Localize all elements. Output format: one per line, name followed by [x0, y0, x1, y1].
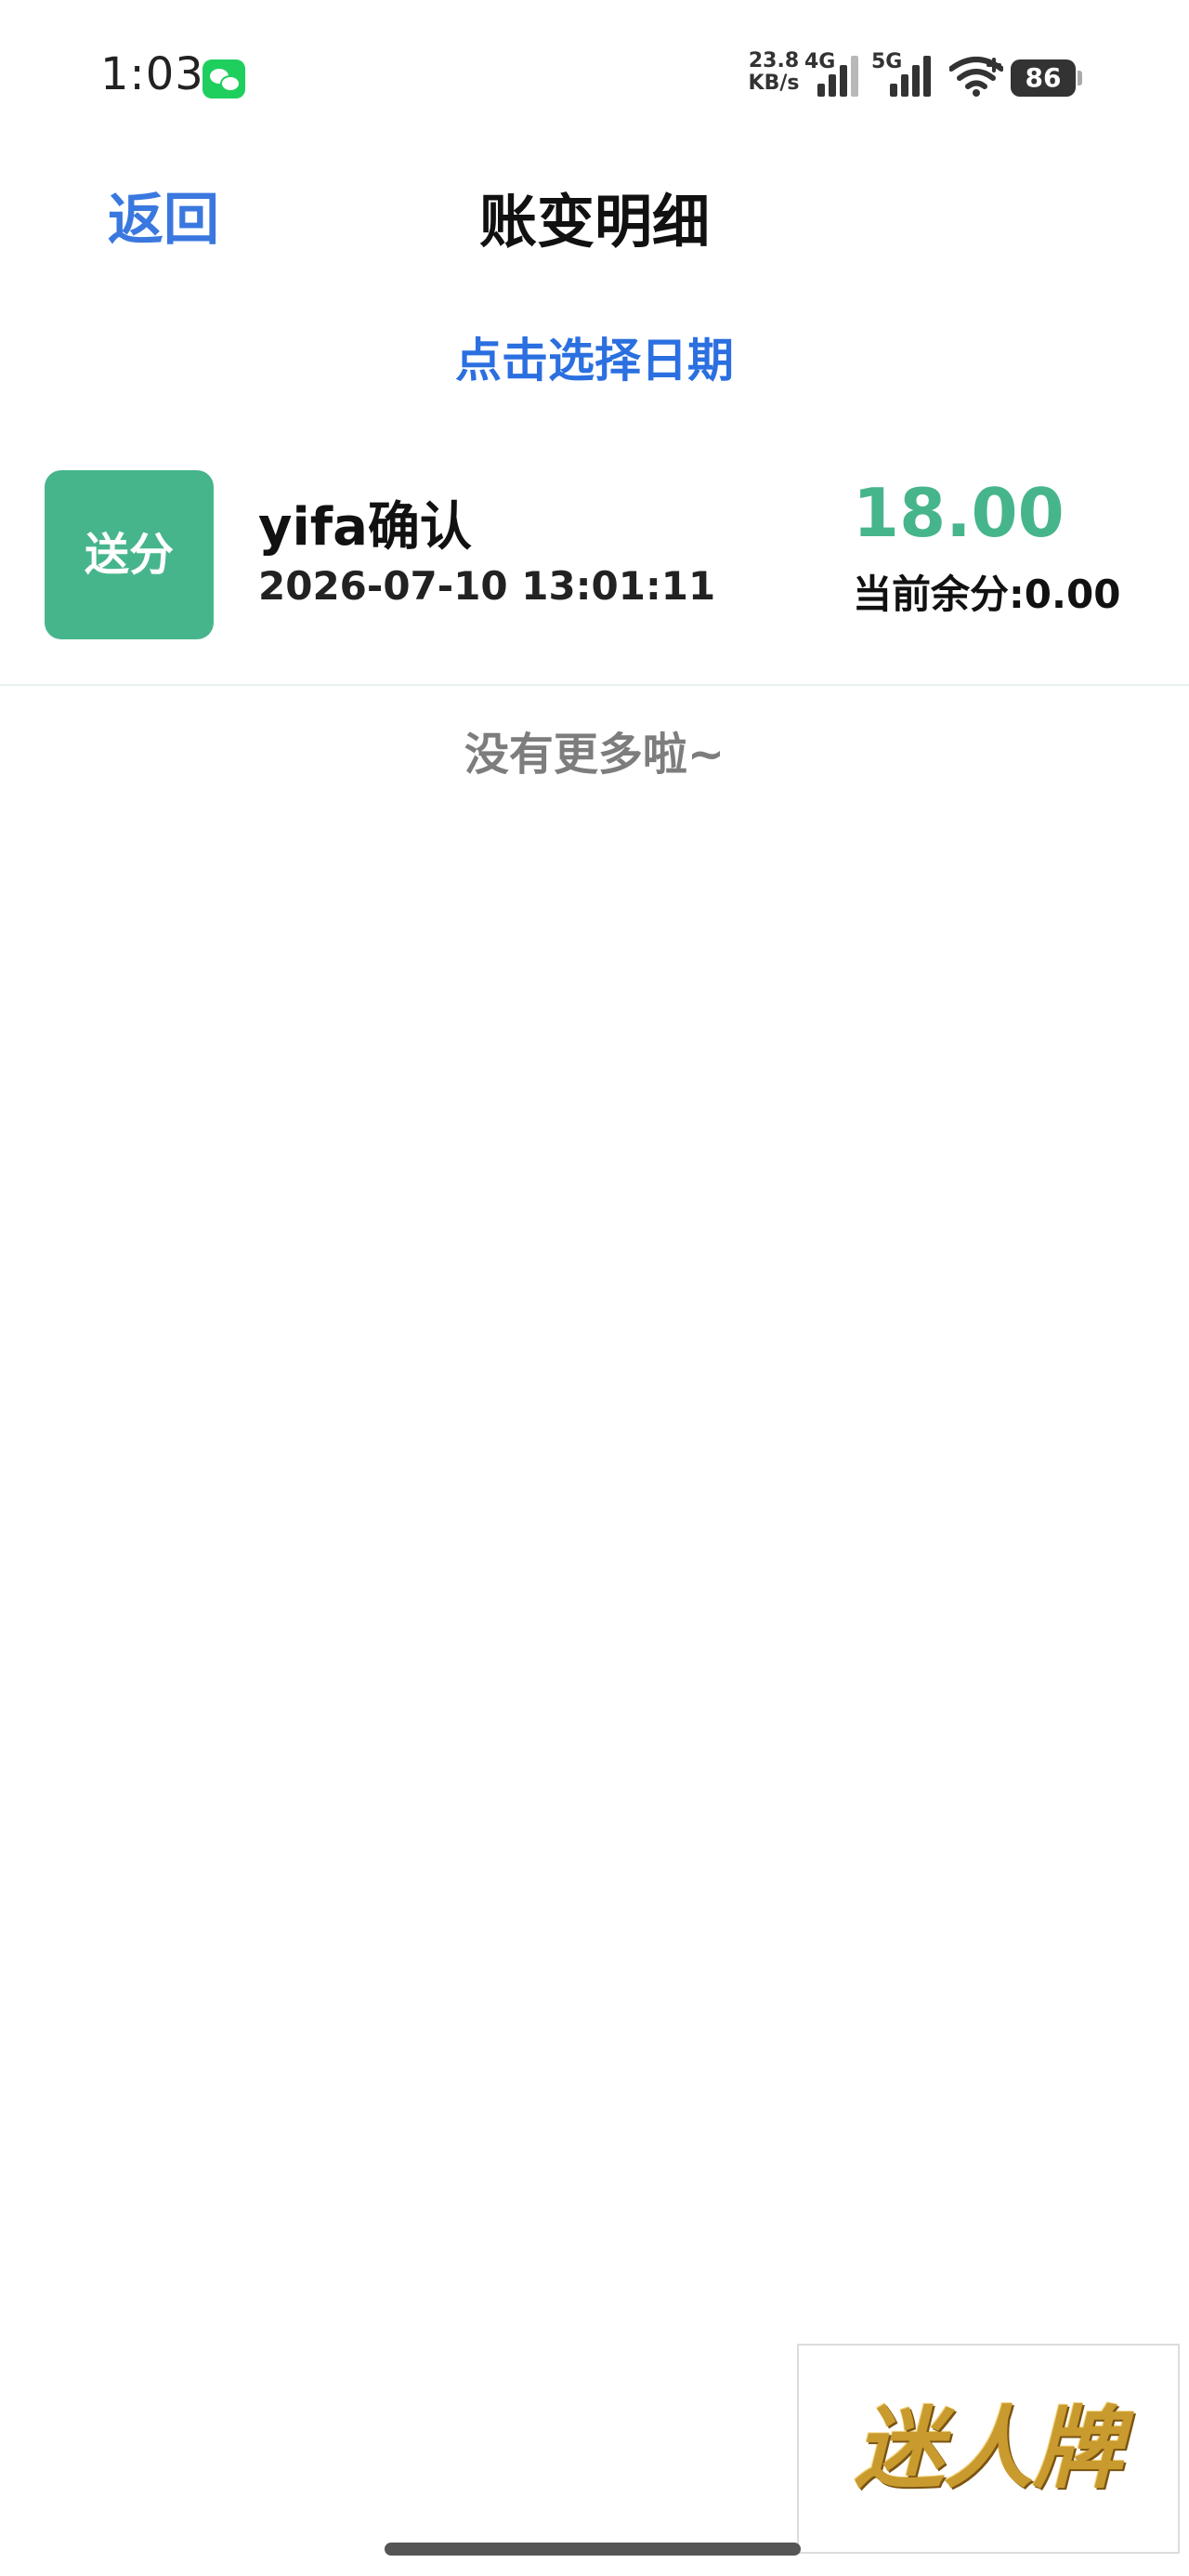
wechat-icon [203, 59, 245, 99]
network-speed: 23.8 KB/s [748, 49, 800, 95]
status-time: 1:03 [100, 48, 204, 100]
record-title: yifa确认 [258, 497, 472, 558]
back-button[interactable]: 返回 [108, 175, 219, 256]
logo-card[interactable]: 迷人牌 [797, 2344, 1180, 2554]
wifi-icon [949, 57, 1003, 97]
record-amount: 18.00 [853, 474, 1065, 552]
record-type-badge: 送分 [45, 470, 214, 639]
home-indicator[interactable] [385, 2543, 801, 2556]
battery-indicator: 86 [1011, 59, 1076, 97]
status-bar: 1:03 23.8 KB/s 4G 5G 86 [0, 0, 1189, 156]
battery-tip [1078, 71, 1082, 85]
record-time: 2026-07-10 13:01:11 [258, 563, 716, 609]
brand-logo: 迷人牌 [855, 2397, 1122, 2501]
date-picker-button[interactable]: 点击选择日期 [0, 323, 1189, 390]
signal-5g-icon [890, 54, 934, 97]
signal-4g-icon [817, 54, 862, 97]
record-balance: 当前余分:0.00 [853, 572, 1121, 617]
record-row[interactable]: 送分 yifa确认 2026-07-10 13:01:11 18.00 当前余分… [0, 453, 1189, 686]
list-end-text: 没有更多啦~ [464, 729, 725, 781]
